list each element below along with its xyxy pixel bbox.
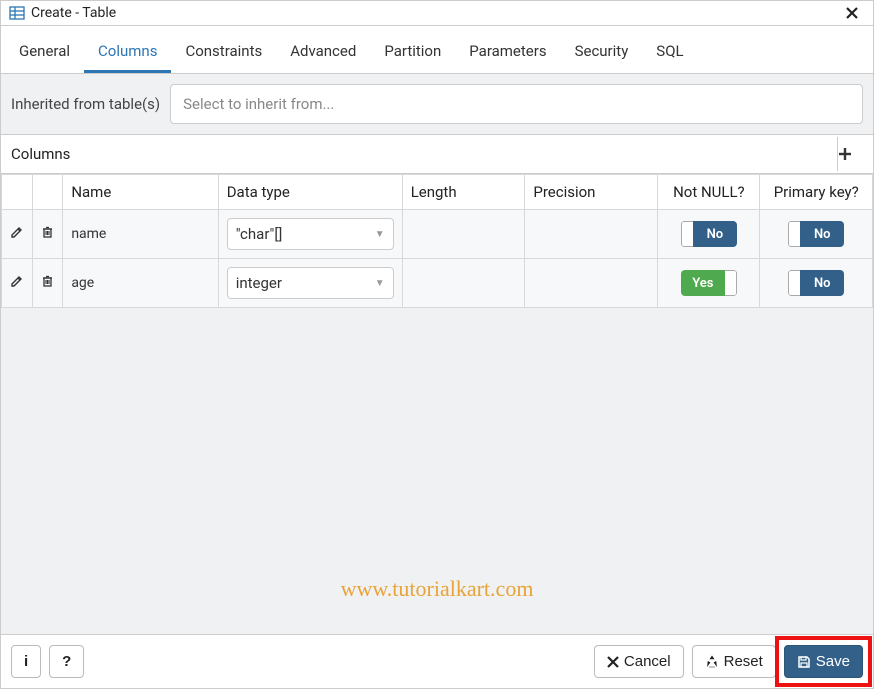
titlebar: Create - Table xyxy=(1,1,873,26)
save-button[interactable]: Save xyxy=(784,645,863,678)
chevron-down-icon: ▼ xyxy=(375,278,385,289)
delete-row-button[interactable] xyxy=(37,225,59,239)
toggle-switch[interactable]: No xyxy=(788,270,844,296)
columns-section-header: Columns xyxy=(1,134,873,174)
tab-advanced[interactable]: Advanced xyxy=(276,34,370,73)
columns-section-label: Columns xyxy=(1,135,837,173)
tab-general[interactable]: General xyxy=(5,34,84,73)
cancel-button[interactable]: Cancel xyxy=(594,645,684,678)
tab-security[interactable]: Security xyxy=(561,34,643,73)
grid-header-notnull: Not NULL? xyxy=(658,175,760,210)
grid-header-name: Name xyxy=(63,175,218,210)
edit-row-button[interactable] xyxy=(6,274,28,288)
precision-cell[interactable] xyxy=(525,210,658,259)
grid-header-length: Length xyxy=(402,175,525,210)
length-cell[interactable] xyxy=(402,259,525,308)
precision-cell[interactable] xyxy=(525,259,658,308)
save-label: Save xyxy=(816,653,850,670)
close-button[interactable] xyxy=(839,6,865,20)
cancel-label: Cancel xyxy=(624,653,671,670)
reset-label: Reset xyxy=(724,653,763,670)
dialog-title: Create - Table xyxy=(31,5,839,21)
column-name-cell[interactable]: age xyxy=(63,259,218,308)
toggle-switch[interactable]: Yes xyxy=(681,270,737,296)
table-row: age integer▼ Yes No xyxy=(2,259,873,308)
recycle-icon xyxy=(705,655,719,669)
columns-grid: Name Data type Length Precision Not NULL… xyxy=(1,174,873,308)
tab-parameters[interactable]: Parameters xyxy=(455,34,560,73)
tab-partition[interactable]: Partition xyxy=(370,34,455,73)
save-icon xyxy=(797,655,811,669)
tab-sql[interactable]: SQL xyxy=(642,34,697,73)
tab-content: Inherited from table(s) Select to inheri… xyxy=(1,74,873,634)
length-cell[interactable] xyxy=(402,210,525,259)
table-row: name "char"[]▼ No No xyxy=(2,210,873,259)
grid-header-precision: Precision xyxy=(525,175,658,210)
toggle-switch[interactable]: No xyxy=(788,221,844,247)
delete-row-button[interactable] xyxy=(37,274,59,288)
datatype-select[interactable]: "char"[]▼ xyxy=(227,218,394,250)
grid-header-pk: Primary key? xyxy=(760,175,873,210)
reset-button[interactable]: Reset xyxy=(692,645,776,678)
inherit-row: Inherited from table(s) Select to inheri… xyxy=(1,74,873,134)
table-icon xyxy=(9,5,25,21)
edit-row-button[interactable] xyxy=(6,225,28,239)
datatype-select[interactable]: integer▼ xyxy=(227,267,394,299)
dialog-footer: i ? Cancel Reset Save xyxy=(1,634,873,688)
grid-header-datatype: Data type xyxy=(218,175,402,210)
tabbar: General Columns Constraints Advanced Par… xyxy=(1,26,873,74)
close-icon xyxy=(607,656,619,668)
toggle-switch[interactable]: No xyxy=(681,221,737,247)
chevron-down-icon: ▼ xyxy=(375,229,385,240)
info-button[interactable]: i xyxy=(11,645,41,678)
tab-columns[interactable]: Columns xyxy=(84,34,171,73)
create-table-dialog: Create - Table General Columns Constrain… xyxy=(0,0,874,689)
help-button[interactable]: ? xyxy=(49,645,84,678)
column-name-cell[interactable]: name xyxy=(63,210,218,259)
tab-constraints[interactable]: Constraints xyxy=(171,34,276,73)
inherit-label: Inherited from table(s) xyxy=(11,95,160,113)
add-column-button[interactable] xyxy=(837,137,873,171)
inherit-select[interactable]: Select to inherit from... xyxy=(170,84,863,124)
